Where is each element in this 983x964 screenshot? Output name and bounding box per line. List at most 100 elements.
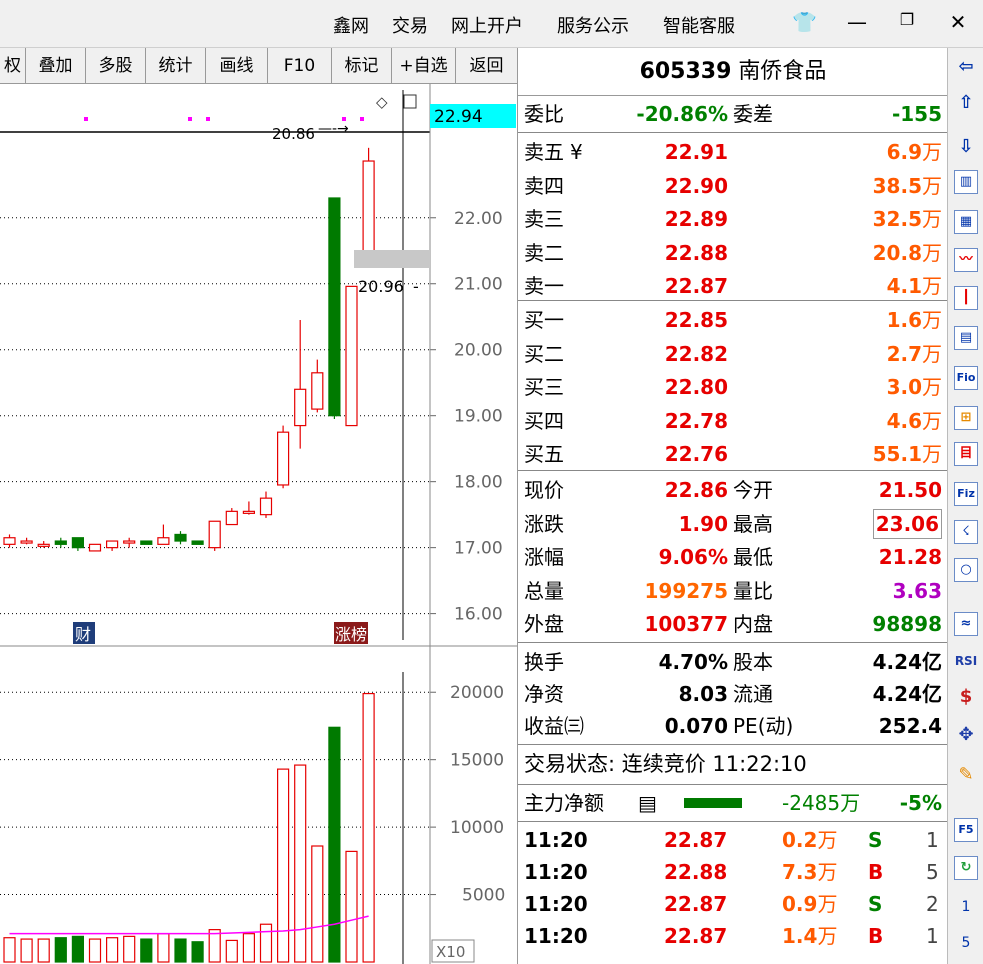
weicha-label: 委差 [733,102,773,126]
price-tick-label: 22.00 [454,209,503,229]
vol-unit-text: X10 [436,943,465,961]
toolbar-multistock-button[interactable]: 多股 [86,48,146,84]
bid-label: 买三 [524,375,564,399]
list-icon[interactable]: ▤ [638,787,657,819]
volume-bar [242,933,255,963]
volume-bar [362,692,375,963]
menu-open-account[interactable]: 网上开户 [451,12,523,38]
volume-bar [3,937,16,963]
fund-value: 0.070 [664,714,728,738]
trade-price: 22.87 [664,892,728,916]
ask-row[interactable]: 卖三 22.89 32.5万 [518,203,948,235]
menu-trade[interactable]: 交易 [392,12,428,38]
pencil-icon[interactable]: ✎ [954,764,978,788]
ask-row[interactable]: 卖二 22.88 20.8万 [518,237,948,269]
volume-bar [259,923,273,963]
toolbar-back-button[interactable]: 返回 [456,48,517,84]
svg-text:-: - [413,277,419,296]
skin-icon[interactable]: 👕 [792,10,817,34]
fund-value: 4.70% [658,650,728,674]
volume-tick-label: 5000 [462,886,505,906]
refresh-icon[interactable]: ↻ [954,856,978,880]
bid-row[interactable]: 买二 22.82 2.7万 [518,338,948,370]
candle-body [225,510,238,526]
arrow-up-icon[interactable]: ⇧ [954,92,978,116]
grid-icon[interactable]: ▦ [954,210,978,234]
page-1-button[interactable]: 1 [954,896,978,920]
kline-chart[interactable]: 22.00 21.00 20.00 19.00 18.00 17.00 16.00 20000… [0,84,517,964]
volume-tick-label: 15000 [450,751,504,771]
fund-label-2: 股本 [733,650,773,674]
bid-row[interactable]: 买五 22.76 55.1万 [518,438,948,470]
restore-icon[interactable]: ❐ [896,10,918,29]
f10-icon[interactable]: Fio [954,366,978,390]
chart-book-icon[interactable]: ▥ [954,170,978,194]
toolbar-overlay-button[interactable]: 叠加 [26,48,86,84]
volume-bar [191,941,204,963]
toolbar-rights-button[interactable]: 权 [0,48,26,84]
candle-body [88,543,102,552]
stock-name: 南侨食品 [738,59,827,84]
toolbar-f10-button[interactable]: F10 [268,48,332,84]
main-flow-bar [684,798,742,808]
bid-label: 买四 [524,408,564,433]
bid-row[interactable]: 买四 22.78 4.6万 [518,405,948,437]
kline-icon[interactable]: ┃ [954,286,978,310]
trade-count: 5 [926,860,939,884]
document-icon[interactable]: ▤ [954,326,978,350]
dollar-icon[interactable]: $ [954,686,978,710]
bid-row[interactable]: 买一 22.85 1.6万 [518,304,948,336]
ask-row[interactable]: 卖一 22.87 4.1万 [518,270,948,302]
stat-row: 涨幅 9.06% 最低 21.28 [518,541,948,573]
ask-volume: 6.9 [886,140,922,164]
arrow-left-icon[interactable]: ⇦ [954,56,978,80]
f5-icon[interactable]: F5 [954,818,978,842]
diamond-icon[interactable]: ◇ [376,93,388,111]
signal-dot [84,117,88,121]
calendar-icon[interactable]: 目 [954,442,978,466]
menu-xinwang[interactable]: 鑫网 [333,12,369,38]
stat-label-2: 最高 [733,511,773,536]
volume-bar [345,850,358,963]
page-5-button[interactable]: 5 [954,932,978,956]
wave-icon[interactable]: ≈ [954,612,978,636]
bid-row[interactable]: 买三 22.80 3.0万 [518,371,948,403]
minimize-icon[interactable]: — [846,10,868,34]
stat-value: 1.90 [678,511,728,536]
event-tag-zhangbang-text: 涨榜 [335,625,367,644]
trade-volume: 7.3 [782,860,818,884]
toolbar-draw-button[interactable]: 画线 [206,48,268,84]
signal-dot [360,117,364,121]
ask-row[interactable]: 卖四 22.90 38.5万 [518,170,948,202]
toolbar-stats-button[interactable]: 统计 [146,48,206,84]
toolbar-mark-button[interactable]: 标记 [332,48,392,84]
menu-smart-service[interactable]: 智能客服 [663,12,735,38]
candle-body [174,533,187,542]
panel-toggle-icon[interactable] [403,94,417,109]
bid-label: 买五 [524,442,564,466]
f12-icon[interactable]: Fiz [954,482,978,506]
bid-price: 22.82 [664,341,728,366]
arrow-down-icon[interactable]: ⇩ [954,136,978,160]
line-chart-icon[interactable]: 〰 [954,248,978,272]
stat-value-2: 21.50 [878,478,942,502]
ask-price: 22.89 [664,207,728,231]
toolbar-add-watchlist-button[interactable]: +自选 [392,48,456,84]
handwrite-icon[interactable]: ☇ [954,520,978,544]
ask-row[interactable]: 卖五 ¥22.91 6.9万 [518,136,948,168]
tree-icon[interactable]: ⊞ [954,406,978,430]
candle-body [157,537,170,545]
fund-row: 净资 8.03 流通 4.24亿 [518,678,948,710]
ask-label: 卖四 [524,173,564,198]
circle-icon[interactable]: ○ [954,558,978,582]
menu-service-notice[interactable]: 服务公示 [557,12,629,38]
candle-body [345,285,358,427]
rsi-icon[interactable]: RSI [954,650,978,674]
stat-value: 199275 [644,578,729,603]
ask-mark: ¥ [570,140,583,164]
stat-label: 总量 [524,578,564,603]
main-flow-pct: -5% [899,791,942,815]
bid-label: 买二 [524,341,564,366]
close-icon[interactable]: ✕ [947,10,969,34]
move-icon[interactable]: ✥ [954,724,978,748]
